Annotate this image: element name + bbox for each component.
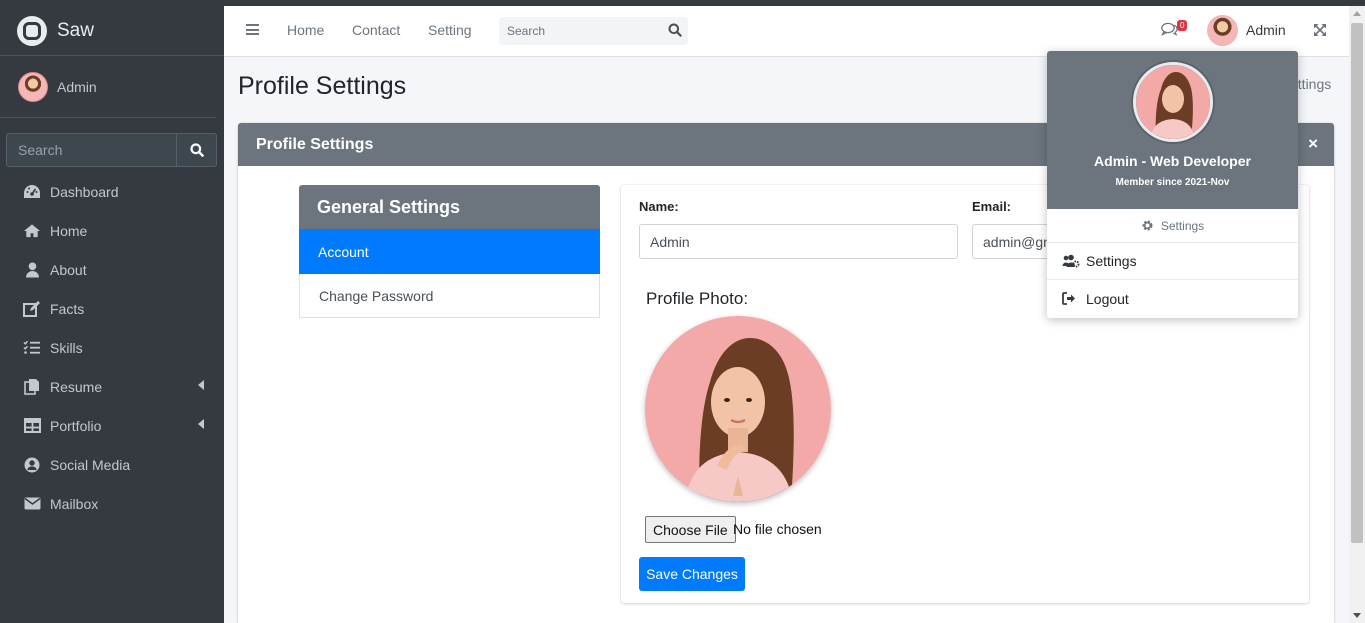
sidebar-item-label: Dashboard xyxy=(50,183,119,200)
user-icon xyxy=(23,262,41,278)
message-count-badge: 0 xyxy=(1177,20,1188,31)
sidebar-item-label: Facts xyxy=(50,300,85,317)
sidebar-search-button[interactable] xyxy=(176,133,217,167)
navbar-search-input[interactable] xyxy=(499,17,659,45)
users-cog-icon xyxy=(1062,254,1080,268)
profile-photo xyxy=(645,316,831,502)
chevron-left-icon xyxy=(198,419,204,429)
close-icon[interactable]: × xyxy=(1308,134,1318,154)
dashboard-icon xyxy=(23,184,41,200)
sidebar-item-home[interactable]: Home xyxy=(0,211,224,250)
sidebar-item-label: Social Media xyxy=(50,456,131,473)
name-field[interactable] xyxy=(639,224,958,259)
table-icon xyxy=(23,418,41,434)
sign-out-icon xyxy=(1062,292,1080,305)
dropdown-avatar xyxy=(1133,62,1213,142)
top-navbar: Home Contact Setting 0 Admin xyxy=(224,6,1365,57)
search-icon[interactable] xyxy=(668,23,682,42)
search-icon xyxy=(189,143,204,157)
dropdown-item-label: Settings xyxy=(1086,253,1137,269)
settings-menu-header: General Settings xyxy=(299,185,600,229)
sidebar-item-dashboard[interactable]: Dashboard xyxy=(0,172,224,211)
sidebar-search-input[interactable] xyxy=(6,133,176,167)
tab-change-password[interactable]: Change Password xyxy=(299,274,600,318)
profile-photo-label: Profile Photo: xyxy=(646,289,749,308)
sidebar-nav: Dashboard Home About Facts Skills Resume… xyxy=(0,172,224,523)
sidebar-avatar xyxy=(18,71,48,102)
choose-file-button[interactable]: Choose File xyxy=(645,516,736,543)
name-label: Name: xyxy=(639,199,679,214)
copy-icon xyxy=(23,379,41,395)
user-circle-icon xyxy=(23,457,41,473)
navbar-user-name[interactable]: Admin xyxy=(1246,22,1286,38)
dropdown-settings-header-label: Settings xyxy=(1160,218,1205,233)
sidebar-item-about[interactable]: About xyxy=(0,250,224,289)
dropdown-member-since: Member since 2021-Nov xyxy=(1115,177,1230,188)
fullscreen-icon[interactable] xyxy=(1313,23,1327,42)
sidebar-search xyxy=(6,133,217,167)
sidebar-user-panel[interactable]: Admin xyxy=(0,56,216,118)
user-dropdown: Admin - Web Developer Member since 2021-… xyxy=(1047,51,1298,318)
nav-link-home[interactable]: Home xyxy=(287,22,324,38)
sidebar-item-social-media[interactable]: Social Media xyxy=(0,445,224,484)
file-status: No file chosen xyxy=(733,521,822,537)
dropdown-settings-header[interactable]: Settings xyxy=(1047,209,1298,243)
envelope-icon xyxy=(23,496,41,512)
list-check-icon xyxy=(23,340,41,356)
scroll-up-arrow-icon[interactable] xyxy=(1353,11,1361,16)
sidebar-item-facts[interactable]: Facts xyxy=(0,289,224,328)
card-title: Profile Settings xyxy=(256,135,374,153)
home-icon xyxy=(23,223,41,239)
sidebar-item-label: Home xyxy=(50,222,88,239)
dropdown-header: Admin - Web Developer Member since 2021-… xyxy=(1047,51,1298,209)
menu-toggle-icon[interactable] xyxy=(246,24,259,35)
scroll-down-arrow-icon[interactable] xyxy=(1353,613,1361,618)
comments-icon[interactable] xyxy=(1161,22,1178,41)
brand-link[interactable]: Saw xyxy=(0,6,224,56)
save-changes-button[interactable]: Save Changes xyxy=(639,557,745,591)
navbar-avatar[interactable] xyxy=(1207,15,1238,46)
sidebar-user-name: Admin xyxy=(57,78,97,95)
sidebar-item-label: Resume xyxy=(50,378,103,395)
tab-account[interactable]: Account xyxy=(299,229,600,274)
sidebar-item-portfolio[interactable]: Portfolio xyxy=(0,406,224,445)
sidebar-item-label: Skills xyxy=(50,339,83,356)
nav-link-setting[interactable]: Setting xyxy=(428,22,472,38)
page-scrollbar[interactable] xyxy=(1349,6,1365,623)
scrollbar-thumb[interactable] xyxy=(1351,23,1363,543)
dropdown-item-logout[interactable]: Logout xyxy=(1047,280,1298,317)
page-title: Profile Settings xyxy=(238,72,407,100)
gear-icon xyxy=(1141,219,1155,232)
brand-name: Saw xyxy=(57,19,94,41)
settings-menu: General Settings Account Change Password xyxy=(299,185,600,318)
brand-logo-icon xyxy=(17,15,47,46)
sidebar-item-skills[interactable]: Skills xyxy=(0,328,224,367)
sidebar-item-resume[interactable]: Resume xyxy=(0,367,224,406)
sidebar-item-label: Portfolio xyxy=(50,417,102,434)
navbar-search xyxy=(499,17,688,45)
dropdown-user-title: Admin - Web Developer xyxy=(1094,153,1251,169)
sidebar-item-mailbox[interactable]: Mailbox xyxy=(0,484,224,523)
sidebar-item-label: About xyxy=(50,261,87,278)
sidebar-item-label: Mailbox xyxy=(50,495,99,512)
dropdown-item-settings[interactable]: Settings xyxy=(1047,243,1298,280)
dropdown-item-label: Logout xyxy=(1086,290,1129,307)
nav-link-contact[interactable]: Contact xyxy=(352,22,400,38)
edit-icon xyxy=(23,300,41,317)
chevron-left-icon xyxy=(198,380,204,390)
sidebar: Saw Admin Dashboard Home About Facts Ski… xyxy=(0,6,224,623)
email-label: Email: xyxy=(972,199,1012,214)
